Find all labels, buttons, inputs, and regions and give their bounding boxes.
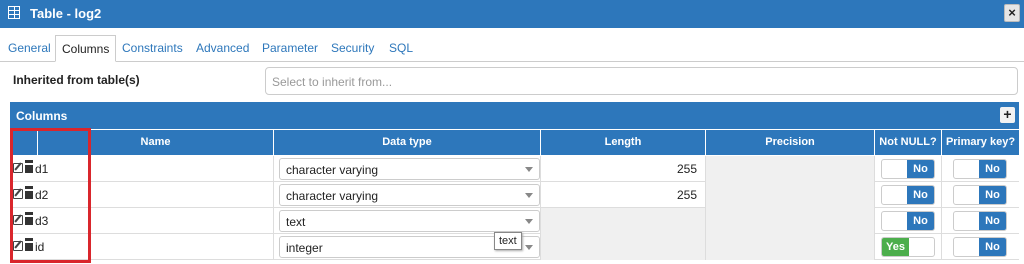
- header-not-null: Not NULL?: [875, 130, 942, 155]
- toggle-label: No: [979, 238, 1006, 256]
- primary-key-cell: No: [942, 156, 1019, 182]
- primary-key-toggle[interactable]: No: [953, 211, 1007, 231]
- not-null-toggle[interactable]: No: [881, 185, 935, 205]
- toggle-label: No: [979, 186, 1006, 204]
- not-null-cell: No: [875, 182, 942, 208]
- not-null-toggle[interactable]: No: [881, 211, 935, 231]
- tab-columns[interactable]: Columns: [55, 35, 117, 62]
- data-type-cell: [274, 156, 541, 182]
- not-null-cell: Yes: [875, 234, 942, 260]
- not-null-toggle[interactable]: Yes: [881, 237, 935, 257]
- length-cell: [541, 234, 706, 260]
- length-value: 255: [676, 162, 697, 176]
- length-cell: [541, 208, 706, 234]
- length-cell[interactable]: 255: [541, 182, 706, 208]
- toggle-label: No: [907, 212, 934, 230]
- inherit-label: Inherited from table(s): [13, 73, 140, 87]
- not-null-toggle[interactable]: No: [881, 159, 935, 179]
- dialog-titlebar: Table - log2 ×: [0, 0, 1024, 28]
- tab-bar: General Columns Constraints Advanced Par…: [0, 32, 1024, 62]
- toggle-label: No: [907, 186, 934, 204]
- primary-key-cell: No: [942, 208, 1019, 234]
- toggle-label: No: [979, 212, 1006, 230]
- tab-constraints[interactable]: Constraints: [116, 35, 189, 62]
- close-button[interactable]: ×: [1004, 4, 1020, 22]
- toggle-label: Yes: [882, 238, 909, 256]
- precision-cell: [706, 182, 875, 208]
- tab-parameter[interactable]: Parameter: [256, 35, 324, 62]
- primary-key-toggle[interactable]: No: [953, 237, 1007, 257]
- tab-sql[interactable]: SQL: [383, 35, 419, 62]
- data-type-cell: [274, 182, 541, 208]
- header-precision: Precision: [706, 130, 875, 155]
- header-data-type: Data type: [274, 130, 541, 155]
- table-icon: [8, 6, 20, 19]
- tab-advanced[interactable]: Advanced: [190, 35, 255, 62]
- not-null-cell: No: [875, 156, 942, 182]
- toggle-label: No: [907, 160, 934, 178]
- tab-general[interactable]: General: [2, 35, 57, 62]
- header-primary-key: Primary key?: [942, 130, 1019, 155]
- length-cell[interactable]: 255: [541, 156, 706, 182]
- toggle-label: No: [979, 160, 1006, 178]
- table-row: d3 text No No: [10, 208, 1019, 234]
- primary-key-cell: No: [942, 182, 1019, 208]
- add-column-button[interactable]: +: [1000, 107, 1015, 123]
- primary-key-toggle[interactable]: No: [953, 185, 1007, 205]
- data-type-cell: [274, 208, 541, 234]
- header-length: Length: [541, 130, 706, 155]
- columns-panel-title: Columns: [16, 109, 68, 123]
- precision-cell: [706, 208, 875, 234]
- table-row: d1 character varying 255 No No: [10, 156, 1019, 182]
- tab-security[interactable]: Security: [325, 35, 380, 62]
- primary-key-toggle[interactable]: No: [953, 159, 1007, 179]
- dialog-title: Table - log2: [30, 6, 102, 21]
- precision-cell: [706, 156, 875, 182]
- precision-cell: [706, 234, 875, 260]
- primary-key-cell: No: [942, 234, 1019, 260]
- not-null-cell: No: [875, 208, 942, 234]
- table-row: d2 character varying 255 No No: [10, 182, 1019, 208]
- length-value: 255: [676, 188, 697, 202]
- highlight-box: [10, 128, 91, 263]
- columns-panel-header: Columns +: [10, 102, 1019, 129]
- inherit-select[interactable]: Select to inherit from...: [265, 67, 1018, 95]
- tooltip: text: [494, 232, 522, 250]
